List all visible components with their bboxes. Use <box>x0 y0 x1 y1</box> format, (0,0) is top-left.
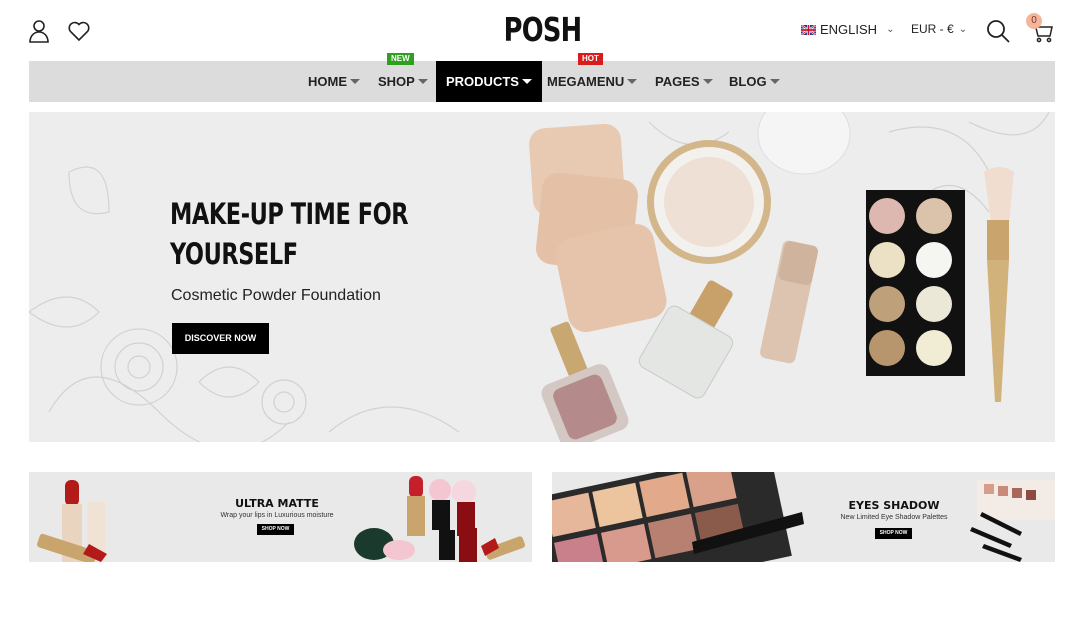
language-label: ENGLISH <box>820 22 878 37</box>
currency-label: EUR - € <box>911 22 954 36</box>
hero-subtitle: Cosmetic Powder Foundation <box>171 287 381 304</box>
promo-title: ULTRA MATTE <box>235 497 319 510</box>
shop-now-button[interactable]: SHOP NOW <box>257 524 294 535</box>
nav-item-megamenu[interactable]: HOT MEGAMENU <box>537 53 647 102</box>
hero-title-line2: YOURSELF <box>170 237 298 271</box>
chevron-down-icon: ⌄ <box>886 24 895 35</box>
discover-now-button[interactable]: DISCOVER NOW <box>172 323 269 354</box>
nav-item-label: MEGAMENU <box>547 74 625 89</box>
nav-item-products[interactable]: PRODUCTS <box>436 61 542 102</box>
nav-item-pages[interactable]: PAGES <box>645 61 723 102</box>
site-header: POSH ENGLISH ⌄ EUR - € ⌄ 0 <box>0 0 1085 61</box>
caret-down-icon <box>702 79 713 85</box>
hero-banner[interactable]: MAKE-UP TIME FOR YOURSELF Cosmetic Powde… <box>29 112 1055 442</box>
nav-item-home[interactable]: HOME <box>298 61 370 102</box>
promo-subtitle: Wrap your lips in Luxurious moisture <box>220 512 334 519</box>
user-icon[interactable] <box>27 18 51 44</box>
search-icon[interactable] <box>986 18 1011 44</box>
chevron-down-icon: ⌄ <box>958 23 968 35</box>
nav-item-shop[interactable]: NEW SHOP <box>368 53 438 102</box>
nav-item-label: HOME <box>308 74 347 89</box>
hot-badge: HOT <box>578 53 603 65</box>
promo-banner-eyes-shadow[interactable]: EYES SHADOW New Limited Eye Shadow Palet… <box>552 472 1055 562</box>
currency-selector[interactable]: EUR - € ⌄ <box>911 22 967 36</box>
language-selector[interactable]: ENGLISH ⌄ <box>801 22 894 37</box>
nav-item-label: BLOG <box>729 74 767 89</box>
new-badge: NEW <box>387 53 414 65</box>
promo-subtitle: New Limited Eye Shadow Palettes <box>840 514 948 521</box>
caret-down-icon <box>627 79 638 85</box>
heart-icon[interactable] <box>67 18 91 44</box>
cosmetics-product-image <box>29 112 1050 442</box>
nav-item-label: SHOP <box>378 74 415 89</box>
hero-title-line1: MAKE-UP TIME FOR <box>170 197 409 231</box>
caret-down-icon <box>417 79 428 85</box>
main-navigation: HOME NEW SHOP PRODUCTS HOT MEGAMENU PAGE… <box>29 53 1055 102</box>
promo-banner-ultra-matte[interactable]: ULTRA MATTE Wrap your lips in Luxurious … <box>29 472 532 562</box>
caret-down-icon <box>350 79 360 85</box>
caret-down-icon <box>521 79 532 85</box>
caret-down-icon <box>769 79 780 85</box>
nav-item-label: PAGES <box>655 74 700 89</box>
eyeshadow-product-image <box>552 472 1055 562</box>
promo-title: EYES SHADOW <box>848 499 940 512</box>
hero-title: MAKE-UP TIME FOR YOURSELF <box>170 194 428 274</box>
shop-now-button[interactable]: SHOP NOW <box>875 528 912 539</box>
cart-count-badge: 0 <box>1026 13 1042 29</box>
nav-item-blog[interactable]: BLOG <box>719 61 790 102</box>
nav-item-label: PRODUCTS <box>446 74 519 89</box>
uk-flag-icon <box>801 24 816 35</box>
